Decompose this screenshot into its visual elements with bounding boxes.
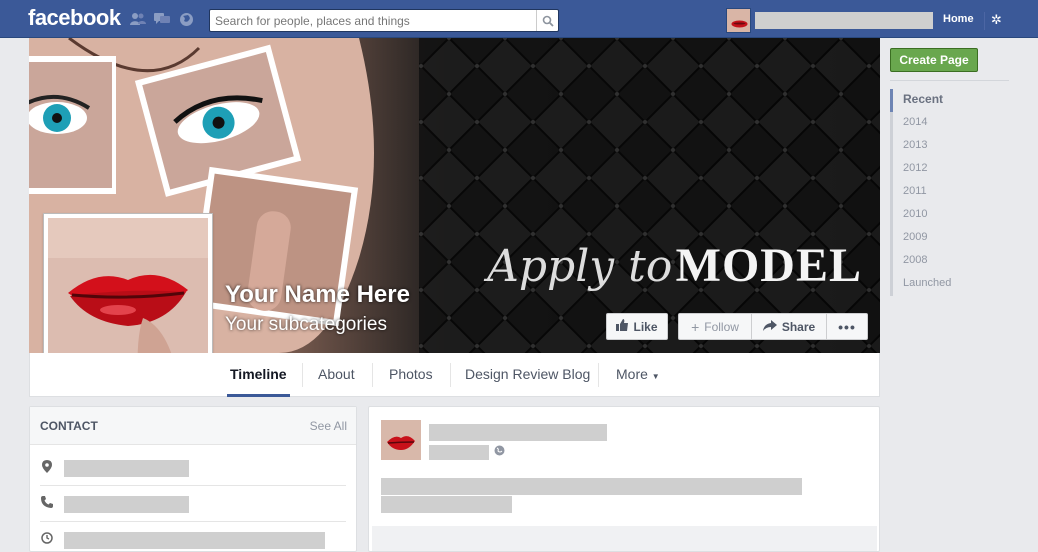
tab-separator	[372, 363, 373, 387]
phone-placeholder	[64, 496, 189, 513]
post-author-avatar[interactable]	[381, 420, 421, 460]
location-pin-icon	[40, 460, 54, 474]
create-page-button[interactable]: Create Page	[890, 48, 978, 72]
top-navigation-bar: facebook Home ✲	[0, 0, 1038, 38]
timeline-post	[368, 406, 880, 552]
post-timestamp-placeholder[interactable]	[429, 445, 489, 460]
year-2012[interactable]: 2012	[890, 158, 951, 181]
share-button[interactable]: Share	[751, 313, 827, 340]
phone-icon	[40, 496, 54, 510]
post-author-name-placeholder[interactable]	[429, 424, 607, 441]
tab-separator	[302, 363, 303, 387]
share-label: Share	[781, 319, 816, 334]
hours-placeholder	[64, 532, 325, 549]
tab-more[interactable]: More ▼	[613, 353, 663, 396]
contact-title: CONTACT	[40, 419, 98, 433]
tab-timeline[interactable]: Timeline	[227, 353, 290, 397]
notifications-globe-icon[interactable]	[178, 12, 194, 27]
year-recent[interactable]: Recent	[890, 89, 951, 112]
notification-jewels	[130, 12, 194, 27]
friend-requests-icon[interactable]	[130, 12, 146, 27]
cover-title-bold: MODEL	[675, 239, 862, 292]
home-link[interactable]: Home	[943, 13, 974, 25]
tab-design-review-blog[interactable]: Design Review Blog	[462, 353, 593, 396]
tab-about[interactable]: About	[315, 353, 358, 396]
dropdown-arrow-icon: ▼	[651, 372, 660, 381]
tab-separator	[598, 363, 599, 387]
clock-icon	[40, 532, 54, 546]
settings-gear-icon[interactable]: ✲	[991, 13, 1002, 26]
profile-tabs: Timeline About Photos Design Review Blog…	[29, 353, 880, 397]
cover-title: Apply to MODEL	[487, 238, 862, 293]
post-text-placeholder	[381, 478, 802, 495]
year-2011[interactable]: 2011	[890, 181, 951, 204]
year-2009[interactable]: 2009	[890, 227, 951, 250]
page-subcategories[interactable]: Your subcategories	[225, 314, 387, 336]
sidebar-divider	[890, 80, 1009, 81]
globe-icon	[494, 445, 505, 456]
search-input[interactable]	[210, 10, 530, 31]
year-2008[interactable]: 2008	[890, 250, 951, 273]
post-footer	[372, 526, 877, 551]
year-2014[interactable]: 2014	[890, 112, 951, 135]
user-name-placeholder[interactable]	[755, 12, 933, 29]
thumbs-up-icon	[616, 319, 629, 334]
contact-row-phone	[40, 486, 346, 522]
search-icon	[542, 15, 554, 27]
topbar-divider	[984, 12, 985, 30]
contact-header: CONTACT See All	[30, 407, 356, 445]
cover-title-script: Apply to	[487, 241, 673, 292]
tab-more-label: More	[616, 366, 648, 382]
search-button[interactable]	[536, 10, 558, 31]
user-avatar[interactable]	[726, 8, 751, 33]
year-2010[interactable]: 2010	[890, 204, 951, 227]
see-all-link[interactable]: See All	[310, 419, 347, 433]
page-name[interactable]: Your Name Here	[225, 281, 410, 309]
timeline-year-nav: Recent 2014 2013 2012 2011 2010 2009 200…	[890, 89, 951, 296]
tab-photos[interactable]: Photos	[386, 353, 436, 396]
plus-icon: +	[691, 318, 700, 335]
share-arrow-icon	[762, 319, 777, 334]
contact-box: CONTACT See All	[29, 406, 357, 552]
contact-row-hours	[40, 522, 346, 552]
more-options-button[interactable]: •••	[826, 313, 868, 340]
contact-row-address	[40, 450, 346, 486]
year-2013[interactable]: 2013	[890, 135, 951, 158]
address-placeholder	[64, 460, 189, 477]
year-launched[interactable]: Launched	[890, 273, 951, 296]
like-label: Like	[633, 319, 658, 334]
tab-separator	[450, 363, 451, 387]
post-text-placeholder	[381, 496, 512, 513]
facebook-logo[interactable]: facebook	[28, 5, 121, 31]
like-button[interactable]: Like	[606, 313, 668, 340]
search-box	[209, 9, 559, 32]
follow-label: Follow	[704, 319, 739, 334]
follow-button[interactable]: + Follow	[678, 313, 752, 340]
messages-icon[interactable]	[154, 12, 170, 27]
